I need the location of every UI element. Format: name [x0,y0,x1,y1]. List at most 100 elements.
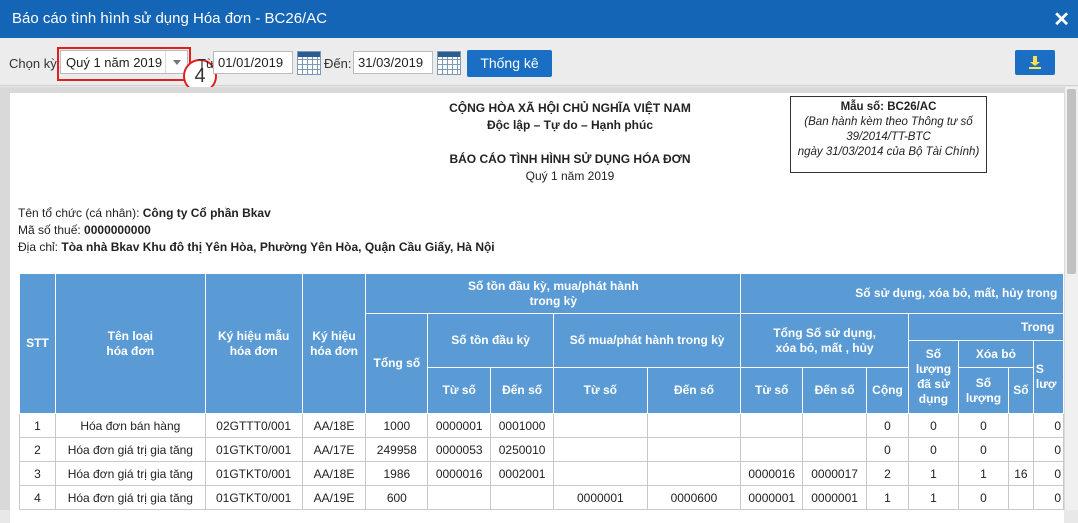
header-cancelled: Xóa bỏ [957,340,1034,368]
header-usage-total: Tổng Số sử dụng, xóa bỏ, mất , hủy [740,313,909,368]
header-invoice-symbol: Ký hiệu hóa đơn [301,273,367,414]
cell-bought-to [646,461,742,486]
cell-bought-from: 0000001 [553,485,648,510]
cell-usage-sum: 1 [866,485,909,510]
step-highlight-box [57,47,191,81]
report-page: CỘNG HÒA XÃ HỘI CHỦ NGHĨA VIỆT NAM Độc l… [10,93,1064,523]
calendar-icon[interactable] [437,51,461,75]
header-usage-to: Đến số [802,367,868,414]
cell-type: Hóa đơn bán hàng [54,413,206,438]
cell-cancel-qty: 0 [957,485,1009,510]
invoice-usage-table: STT Tên loại hóa đơn Ký hiệu mẫu hóa đơn… [19,273,1064,510]
cell-opening-to [490,485,555,510]
cell-stt: 4 [19,485,56,510]
table-row: 4 Hóa đơn giá trị gia tăng 01GTKT0/001 A… [19,485,1064,510]
cell-usage-sum: 2 [866,461,909,486]
header-opening-from: Từ số [427,367,492,414]
to-date-label: Đến: [324,56,352,71]
org-label: Tên tổ chức (cá nhân): [18,206,143,220]
cell-total: 1986 [365,461,429,486]
form-info-box: Mẫu số: BC26/AC (Ban hành kèm theo Thông… [790,96,987,173]
cell-stt: 2 [19,437,56,462]
motto: Độc lập – Tự do – Hạnh phúc [486,118,654,132]
header-bought: Số mua/phát hành trong kỳ [553,313,742,368]
cell-truncated: 0 [1032,437,1064,462]
close-icon[interactable]: ✕ [1053,7,1070,32]
form-note-line2: 39/2014/TT-BTC [846,131,931,143]
cell-total: 600 [365,485,429,510]
cell-usage-from: 0000016 [740,461,804,486]
cell-stt: 3 [19,461,56,486]
from-date-input[interactable]: 01/01/2019 [213,51,293,74]
cell-cancel-num: 16 [1007,461,1034,486]
cell-bought-to [646,437,742,462]
cell-symbol: AA/17E [301,437,367,462]
cell-opening-to: 0002001 [490,461,555,486]
header-used-qty: Số lượng đã sử dụng [907,340,959,414]
cell-bought-from [553,461,648,486]
cell-truncated: 0 [1032,485,1064,510]
cell-usage-from [740,437,804,462]
tax-label: Mã số thuế: [18,223,85,237]
statistics-button[interactable]: Thống kê [467,50,552,77]
report-period: Quý 1 năm 2019 [525,169,615,183]
cell-bought-from [553,437,648,462]
header-usage-group: Số sử dụng, xóa bỏ, mất, hủy trong [740,273,1064,314]
cell-cancel-qty: 1 [957,461,1009,486]
cell-truncated: 0 [1032,413,1064,438]
cell-opening-to: 0001000 [490,413,555,438]
cell-usage-to: 0000001 [802,485,868,510]
cell-truncated: 0 [1032,461,1064,486]
cell-used-qty: 0 [907,413,959,438]
download-icon [1029,56,1041,69]
cell-opening-from [427,485,492,510]
report-viewer: CỘNG HÒA XÃ HỘI CHỦ NGHĨA VIỆT NAM Độc l… [0,87,1078,523]
cell-type: Hóa đơn giá trị gia tăng [54,485,206,510]
toolbar: Chọn kỳ: Quý 1 năm 2019 4 Từ: 01/01/2019… [0,38,1078,93]
form-note-line3: ngày 31/03/2014 của Bộ Tài Chính) [797,146,980,158]
form-note-line1: (Ban hành kèm theo Thông tư số [804,116,973,128]
org-line: Tên tổ chức (cá nhân): Công ty Cổ phần B… [18,206,271,220]
to-date-input[interactable]: 31/03/2019 [353,51,433,74]
cell-opening-from: 0000001 [427,413,492,438]
header-cancel-num: Số [1007,367,1034,414]
cell-type: Hóa đơn giá trị gia tăng [54,437,206,462]
address-label: Địa chỉ: [18,240,62,254]
header-usage-from: Từ số [740,367,804,414]
table-row: 3 Hóa đơn giá trị gia tăng 01GTKT0/001 A… [19,461,1064,486]
download-button[interactable] [1015,50,1055,75]
header-cancel-qty: Số lượng [957,367,1009,414]
nation-heading: CỘNG HÒA XÃ HỘI CHỦ NGHĨA VIỆT NAM [449,101,691,115]
header-stt: STT [19,273,56,414]
header-bought-to: Đến số [646,367,742,414]
cell-cancel-qty: 0 [957,437,1009,462]
scrollbar-thumb[interactable] [1067,89,1076,274]
vertical-scrollbar[interactable] [1065,87,1078,510]
header-invoice-type: Tên loại hóa đơn [54,273,206,414]
calendar-icon[interactable] [297,51,321,75]
header-usage-sum: Cộng [866,367,909,414]
cell-opening-from: 0000016 [427,461,492,486]
cell-symbol: AA/19E [301,485,367,510]
header-opening-to: Đến số [490,367,555,414]
cell-used-qty: 1 [907,461,959,486]
cell-usage-to: 0000017 [802,461,868,486]
cell-opening-from: 0000053 [427,437,492,462]
cell-total: 1000 [365,413,429,438]
cell-total: 249958 [365,437,429,462]
period-label: Chọn kỳ: [9,56,61,71]
cell-usage-sum: 0 [866,413,909,438]
cell-template: 01GTKT0/001 [204,437,303,462]
form-code: Mẫu số: BC26/AC [840,101,937,113]
address-value: Tòa nhà Bkav Khu đô thị Yên Hòa, Phường … [61,240,495,254]
tax-value: 0000000000 [84,223,151,237]
table-row: 2 Hóa đơn giá trị gia tăng 01GTKT0/001 A… [19,437,1064,462]
org-value: Công ty Cổ phần Bkav [142,206,271,220]
cell-usage-from: 0000001 [740,485,804,510]
header-template-code: Ký hiệu mẫu hóa đơn [204,273,303,414]
cell-template: 01GTKT0/001 [204,461,303,486]
cell-cancel-num [1007,413,1034,438]
cell-template: 02GTTT0/001 [204,413,303,438]
cell-symbol: AA/18E [301,461,367,486]
cell-bought-to [646,413,742,438]
